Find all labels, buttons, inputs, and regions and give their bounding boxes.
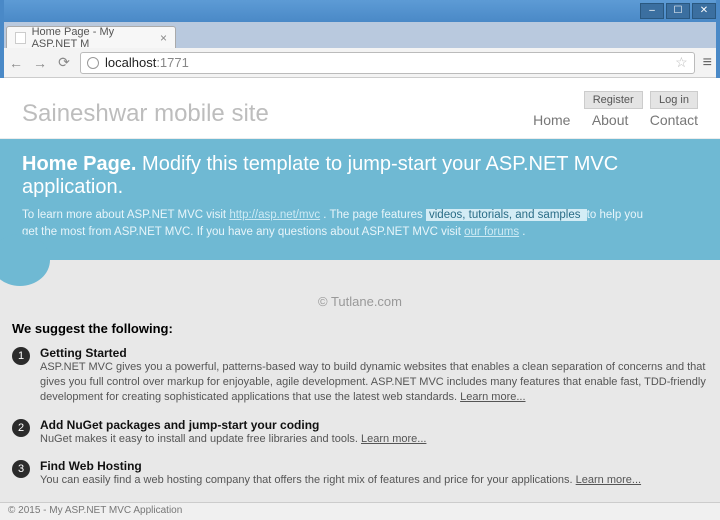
learn-more-link[interactable]: Learn more... <box>361 433 426 445</box>
address-bar[interactable]: localhost:1771 ☆ <box>80 52 695 74</box>
site-header: Saineshwar mobile site Register Log in H… <box>0 78 720 139</box>
suggestion-item: 1 Getting Started ASP.NET MVC gives you … <box>12 346 708 406</box>
tab-title: Home Page - My ASP.NET M <box>32 26 154 50</box>
suggestion-item: 2 Add NuGet packages and jump-start your… <box>12 418 708 447</box>
window-close-button[interactable]: ✕ <box>692 3 716 19</box>
learn-more-link[interactable]: Learn more... <box>576 474 641 486</box>
suggestions-heading: We suggest the following: <box>12 321 708 336</box>
step-number-badge: 2 <box>12 419 30 437</box>
suggestion-title: Find Web Hosting <box>40 459 641 473</box>
window-maximize-button[interactable]: ☐ <box>666 3 690 19</box>
url-text: localhost:1771 <box>105 55 189 70</box>
step-number-badge: 3 <box>12 460 30 478</box>
hero-title-strong: Home Page. <box>22 153 136 175</box>
chrome-menu-icon[interactable]: ≡ <box>703 54 712 72</box>
suggestion-desc: You can easily find a web hosting compan… <box>40 473 641 488</box>
back-button[interactable]: ← <box>8 55 24 71</box>
browser-toolbar: ← → ⟳ localhost:1771 ☆ ≡ <box>0 48 720 78</box>
hero-banner: Home Page. Modify this template to jump-… <box>0 139 720 260</box>
suggestion-title: Getting Started <box>40 346 708 360</box>
register-button[interactable]: Register <box>584 91 643 109</box>
suggestion-desc: NuGet makes it easy to install and updat… <box>40 432 426 447</box>
learn-more-link[interactable]: Learn more... <box>460 391 525 403</box>
tab-close-icon[interactable]: × <box>160 31 167 45</box>
login-button[interactable]: Log in <box>650 91 698 109</box>
hero-paragraph: To learn more about ASP.NET MVC visit ht… <box>22 207 662 242</box>
nav-home[interactable]: Home <box>533 112 570 128</box>
suggestions-section: We suggest the following: 1 Getting Star… <box>0 315 720 489</box>
browser-tab-strip: Home Page - My ASP.NET M × <box>0 22 720 48</box>
hero-link-forums[interactable]: our forums <box>464 226 519 238</box>
page-viewport: Saineshwar mobile site Register Log in H… <box>0 78 720 502</box>
suggestion-item: 3 Find Web Hosting You can easily find a… <box>12 459 708 488</box>
forward-button[interactable]: → <box>32 55 48 71</box>
window-titlebar: – ☐ ✕ <box>0 0 720 22</box>
reload-button[interactable]: ⟳ <box>56 55 72 71</box>
suggestion-title: Add NuGet packages and jump-start your c… <box>40 418 426 432</box>
hero-highlight[interactable]: videos, tutorials, and samples <box>426 209 587 221</box>
nav-about[interactable]: About <box>592 112 629 128</box>
hero-title: Home Page. Modify this template to jump-… <box>22 153 698 199</box>
main-nav: Home About Contact <box>515 112 698 128</box>
page-footer: © 2015 - My ASP.NET MVC Application <box>0 502 720 520</box>
site-brand[interactable]: Saineshwar mobile site <box>22 100 269 128</box>
bookmark-star-icon[interactable]: ☆ <box>675 54 688 71</box>
url-host: localhost <box>105 55 156 70</box>
window-minimize-button[interactable]: – <box>640 3 664 19</box>
browser-tab[interactable]: Home Page - My ASP.NET M × <box>6 26 176 48</box>
nav-contact[interactable]: Contact <box>650 112 698 128</box>
favicon-icon <box>15 32 26 44</box>
globe-icon <box>87 57 99 69</box>
suggestion-desc: ASP.NET MVC gives you a powerful, patter… <box>40 360 708 406</box>
account-links: Register Log in <box>515 92 698 106</box>
step-number-badge: 1 <box>12 347 30 365</box>
watermark-text: © Tutlane.com <box>0 260 720 315</box>
hero-link-aspnet[interactable]: http://asp.net/mvc <box>229 209 320 221</box>
url-port: :1771 <box>156 55 189 70</box>
